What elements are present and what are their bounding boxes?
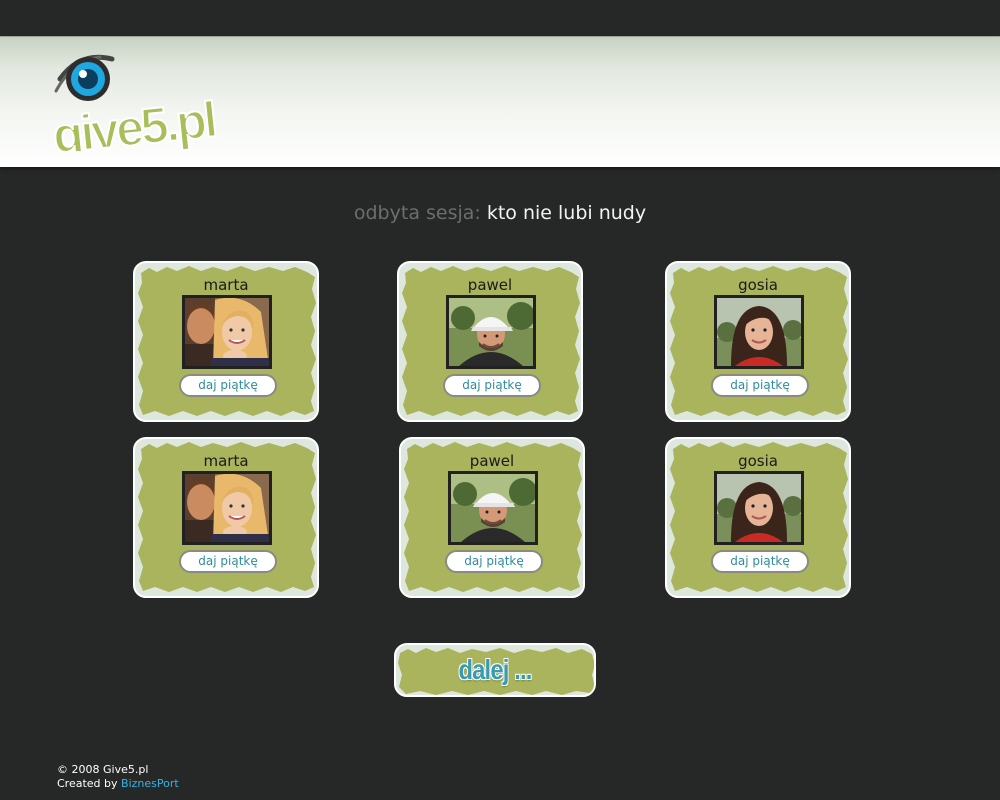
give-five-button[interactable]: daj piątkę xyxy=(711,374,809,397)
give-five-button[interactable]: daj piątkę xyxy=(711,550,809,573)
next-button[interactable]: dalej ... xyxy=(394,643,596,697)
header-banner: give5.pl xyxy=(0,36,1000,167)
participant-name: pawel xyxy=(467,276,513,294)
participant-photo xyxy=(446,295,536,369)
session-name: kto nie lubi nudy xyxy=(486,202,647,224)
participant-photo xyxy=(714,295,804,369)
participant-card: gosia daj piątkę xyxy=(665,437,851,598)
logo-graphic: give5.pl xyxy=(49,54,218,165)
participant-card: marta daj piątkę xyxy=(133,437,319,598)
participant-name: marta xyxy=(203,452,249,470)
created-by-line: Created by BiznesPort xyxy=(57,777,179,791)
created-by-label: Created by xyxy=(57,777,118,790)
participant-card: pawel daj piątkę xyxy=(399,437,585,598)
give-five-button[interactable]: daj piątkę xyxy=(445,550,543,573)
participant-photo xyxy=(448,471,538,545)
participant-photo xyxy=(182,471,272,545)
session-label: odbyta sesja: xyxy=(353,202,481,224)
biznesport-link[interactable]: BiznesPort xyxy=(121,777,179,790)
session-title: odbyta sesja: kto nie lubi nudy xyxy=(0,200,1000,226)
participant-photo xyxy=(714,471,804,545)
participant-card: marta daj piątkę xyxy=(133,261,319,422)
participant-name: pawel xyxy=(469,452,515,470)
footer: © 2008 Give5.pl Created by BiznesPort xyxy=(57,763,179,791)
give-five-button[interactable]: daj piątkę xyxy=(179,374,277,397)
copyright-text: © 2008 Give5.pl xyxy=(57,763,149,776)
give5-logo[interactable]: give5.pl xyxy=(49,51,260,165)
participant-name: gosia xyxy=(738,276,778,294)
participant-photo xyxy=(182,295,272,369)
participant-card: pawel daj piątkę xyxy=(397,261,583,422)
give-five-button[interactable]: daj piątkę xyxy=(443,374,541,397)
participant-name: marta xyxy=(203,276,249,294)
give-five-button[interactable]: daj piątkę xyxy=(179,550,277,573)
next-button-label: dalej ... xyxy=(458,654,532,685)
svg-text:give5.pl: give5.pl xyxy=(50,91,217,151)
participant-name: gosia xyxy=(738,452,778,470)
participant-card: gosia daj piątkę xyxy=(665,261,851,422)
